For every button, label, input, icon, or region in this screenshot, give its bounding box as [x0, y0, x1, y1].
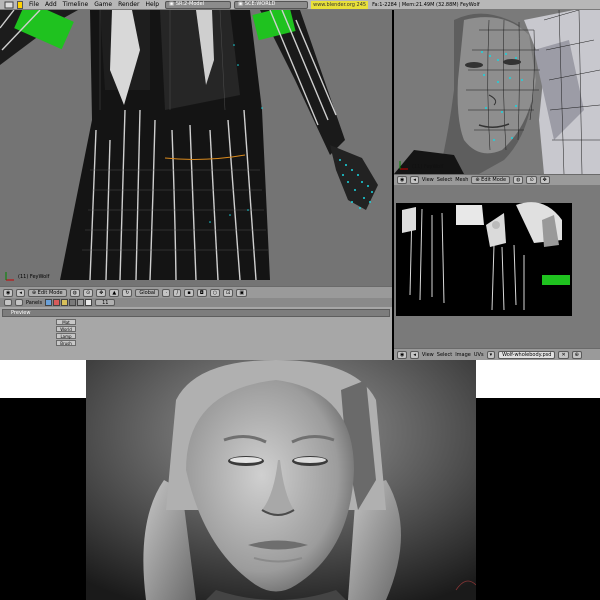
preview-title: Preview: [11, 310, 31, 316]
menu-select[interactable]: Select: [437, 352, 452, 358]
menu-timeline[interactable]: Timeline: [63, 1, 89, 8]
manipulator-icon[interactable]: ✥: [539, 176, 550, 184]
context-buttons: [45, 299, 93, 306]
sculpted-head-render: [86, 360, 476, 600]
manipulator-icon[interactable]: ✥: [96, 288, 107, 297]
view-type-icon[interactable]: ◉: [397, 350, 408, 359]
mode-label: Edit Mode: [37, 289, 63, 296]
window-type-icon[interactable]: [4, 1, 14, 9]
blender-url[interactable]: www.blender.org 245: [311, 0, 369, 9]
axis-gizmo-icon: [5, 272, 14, 281]
top-menu-bar: File Add Timeline Game Render Help ▣ SR:…: [0, 0, 600, 10]
menu-select[interactable]: Select: [437, 177, 452, 183]
menu-view[interactable]: View: [422, 177, 434, 183]
menu-render[interactable]: Render: [118, 1, 139, 8]
editing-icon[interactable]: [77, 299, 85, 306]
viewport-header: ◉ ◂ ⊕ Edit Mode ◍ ⊙ ✥ ▲ ↻ Global · / ▪ ◘…: [0, 286, 392, 298]
edge-select-icon[interactable]: /: [173, 288, 182, 297]
3d-viewport-main[interactable]: (11) FeyWolf: [0, 10, 392, 286]
screen-name: SR:2-Model: [175, 1, 205, 7]
pivot-icon[interactable]: ⊙: [82, 288, 94, 297]
pivot-icon[interactable]: ⊙: [526, 176, 537, 184]
menu-file[interactable]: File: [29, 1, 39, 8]
buttons-type-icon[interactable]: [4, 299, 12, 306]
menu-help[interactable]: Help: [145, 1, 159, 8]
menu-view[interactable]: View: [422, 352, 434, 358]
layer-field[interactable]: 11: [95, 299, 116, 306]
menu-add[interactable]: Add: [45, 1, 57, 8]
layer-value: 11: [102, 299, 109, 306]
vertex-select-icon[interactable]: ·: [162, 288, 171, 297]
scene-icon: ▣: [238, 1, 243, 7]
pin-icon[interactable]: ⊕: [571, 350, 582, 359]
preview-lamp-button[interactable]: Lamp: [56, 333, 76, 339]
scene-icon[interactable]: [85, 299, 93, 306]
menu-game[interactable]: Game: [94, 1, 112, 8]
rotate-icon[interactable]: ↻: [122, 288, 133, 297]
image-browse-icon[interactable]: ▾: [486, 350, 496, 359]
viewport-face-header: ◉ ◂ View Select Mesh ⊕ Edit Mode ◍ ⊙ ✥: [394, 174, 600, 185]
draw-type-icon[interactable]: ◍: [513, 176, 524, 184]
object-label: (11) FeyWolf: [412, 164, 444, 170]
panels-menu[interactable]: Panels: [26, 300, 42, 306]
face-select-icon[interactable]: ▪: [184, 288, 194, 297]
menu-uvs[interactable]: UVs: [474, 352, 484, 358]
view-type-icon[interactable]: ◉: [397, 176, 408, 184]
snap-icon[interactable]: ⊡: [223, 288, 234, 297]
close-image-icon[interactable]: ✕: [558, 350, 569, 359]
menu-mesh[interactable]: Mesh: [455, 177, 468, 183]
object-label: (11) FeyWolf: [18, 274, 50, 280]
logic-icon[interactable]: [45, 299, 53, 306]
mode-label: Edit Mode: [481, 177, 507, 183]
axis-gizmo-icon: [399, 161, 408, 170]
draw-type-icon[interactable]: ◍: [69, 288, 80, 297]
screen-icon: ▣: [169, 1, 174, 7]
proportional-icon[interactable]: ○: [209, 288, 221, 297]
preview-brush-button[interactable]: Brush: [56, 340, 76, 346]
collapse-icon[interactable]: ◂: [16, 288, 25, 297]
scene-name: SCE:WORLD: [244, 1, 276, 7]
uv-texture-image: [394, 185, 600, 348]
translate-icon[interactable]: ▲: [109, 288, 120, 297]
3d-viewport-face[interactable]: (11) FeyWolf: [394, 10, 600, 174]
view-type-icon[interactable]: ◉: [3, 288, 14, 297]
preview-mat-button[interactable]: Mat: [56, 319, 76, 325]
page-background-right: [476, 360, 600, 398]
screen-selector[interactable]: ▣ SR:2-Model: [165, 0, 232, 9]
occlude-icon[interactable]: ◘: [196, 288, 207, 297]
preview-panel[interactable]: Preview: [2, 309, 390, 317]
mode-dropdown[interactable]: ⊕ Edit Mode: [27, 288, 67, 297]
object-icon[interactable]: [69, 299, 77, 306]
face-wireframe-view: [394, 10, 600, 174]
orientation-dropdown[interactable]: Global: [135, 288, 160, 297]
image-name-field[interactable]: Wolf-wholebody.psd: [498, 350, 556, 359]
sculpt-render-image: [86, 360, 476, 600]
panel-collapse-icon[interactable]: [15, 299, 23, 306]
shading-icon[interactable]: [61, 299, 69, 306]
mode-dropdown[interactable]: ⊕ Edit Mode: [471, 176, 511, 184]
info-toggle[interactable]: [17, 0, 23, 9]
buttons-window-header: Panels 11: [0, 298, 392, 307]
scene-selector[interactable]: ▣ SCE:WORLD: [234, 0, 309, 9]
orientation-label: Global: [139, 289, 156, 296]
render-icon[interactable]: ▣: [236, 288, 248, 297]
collapse-icon[interactable]: ◂: [410, 350, 419, 359]
scene-stats: Fa:1-2284 | Mem:21.49M (32.88M) FeyWolf: [372, 1, 480, 8]
image-name: Wolf-wholebody.psd: [502, 351, 552, 358]
page-background-left: [0, 360, 86, 398]
character-model-view: [0, 10, 378, 281]
uv-image-editor[interactable]: [394, 185, 600, 348]
collapse-icon[interactable]: ◂: [410, 176, 419, 184]
preview-world-button[interactable]: World: [56, 326, 76, 332]
script-icon[interactable]: [53, 299, 61, 306]
menu-image[interactable]: Image: [455, 352, 471, 358]
image-editor-header: ◉ ◂ View Select Image UVs ▾ Wolf-wholebo…: [394, 348, 600, 360]
